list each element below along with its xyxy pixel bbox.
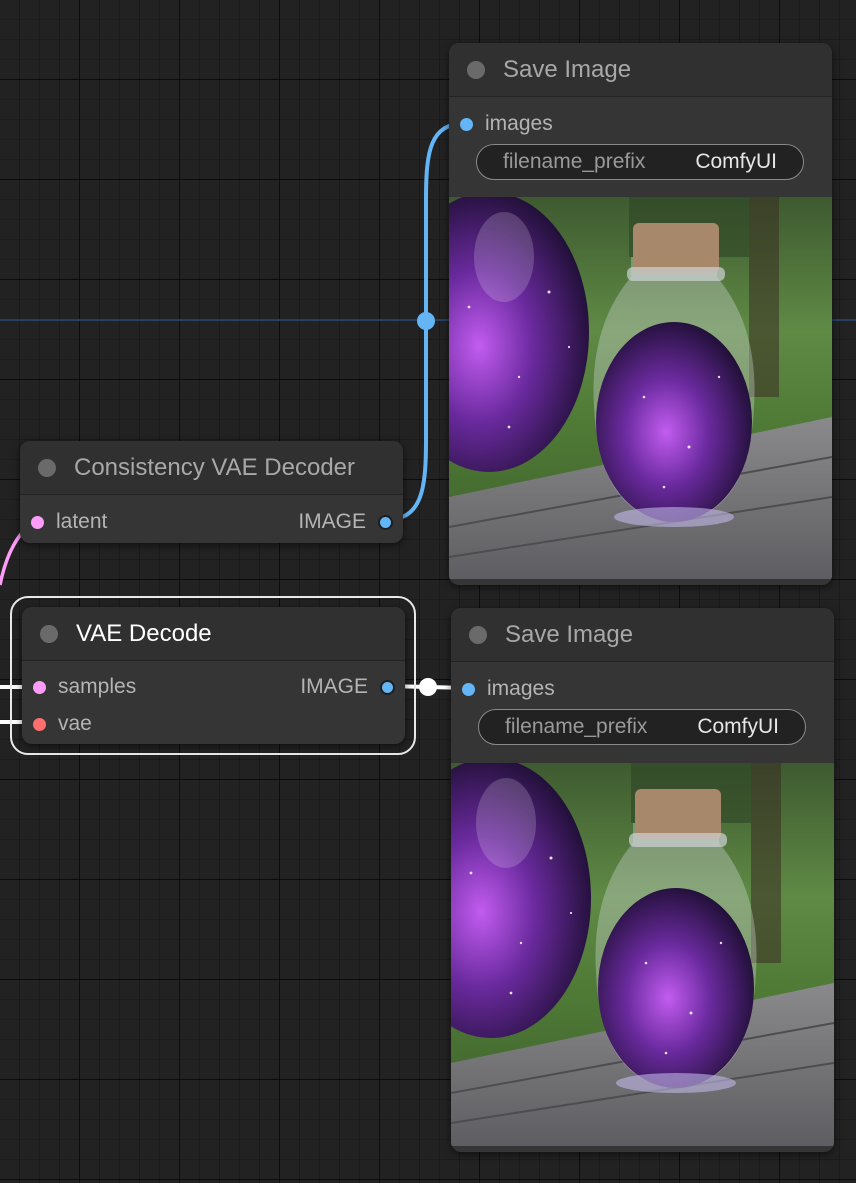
collapse-dot-icon[interactable] [40, 624, 58, 643]
collapse-dot-icon[interactable] [467, 60, 485, 79]
image-slot-icon[interactable] [462, 682, 475, 696]
save-image-node-bottom[interactable]: Save Image images filename_prefix ComfyU… [451, 608, 834, 1152]
input-slot-samples[interactable]: samples [33, 673, 136, 701]
slot-label: images [487, 677, 555, 700]
node-header[interactable]: Save Image [449, 43, 832, 97]
node-title: VAE Decode [76, 619, 212, 647]
image-preview[interactable] [451, 763, 834, 1146]
output-slot-image[interactable]: IMAGE [298, 508, 393, 536]
latent-slot-icon[interactable] [31, 515, 44, 529]
latent-slot-icon[interactable] [33, 680, 46, 694]
consistency-vae-decoder-node[interactable]: Consistency VAE Decoder latent IMAGE [20, 441, 403, 543]
input-slot-images[interactable]: images [462, 675, 555, 703]
widget-value: ComfyUI [697, 715, 779, 738]
preview-image [449, 197, 832, 579]
collapse-dot-icon[interactable] [38, 458, 56, 477]
input-slot-images[interactable]: images [460, 110, 553, 138]
preview-image [451, 763, 834, 1146]
input-slot-vae[interactable]: vae [33, 710, 92, 738]
image-slot-icon[interactable] [378, 514, 393, 530]
widget-value: ComfyUI [695, 150, 777, 173]
reroute-dot-icon [417, 312, 435, 330]
slot-label: IMAGE [300, 675, 368, 698]
node-header[interactable]: Consistency VAE Decoder [20, 441, 403, 495]
output-slot-image[interactable]: IMAGE [300, 673, 395, 701]
node-title: Consistency VAE Decoder [74, 453, 356, 481]
widget-name: filename_prefix [505, 715, 648, 738]
save-image-node-top[interactable]: Save Image images filename_prefix ComfyU… [449, 43, 832, 585]
vae-decode-node[interactable]: VAE Decode samples vae IMAGE [22, 607, 405, 744]
node-header[interactable]: Save Image [451, 608, 834, 662]
slot-label: IMAGE [298, 510, 366, 533]
node-title: Save Image [503, 55, 632, 83]
image-preview[interactable] [449, 197, 832, 579]
filename-prefix-widget[interactable]: filename_prefix ComfyUI [476, 144, 804, 180]
image-slot-icon[interactable] [380, 679, 395, 695]
slot-label: latent [56, 510, 108, 533]
input-slot-latent[interactable]: latent [31, 508, 107, 536]
collapse-dot-icon[interactable] [469, 625, 487, 644]
slot-label: vae [58, 712, 92, 735]
node-header[interactable]: VAE Decode [22, 607, 405, 661]
filename-prefix-widget[interactable]: filename_prefix ComfyUI [478, 709, 806, 745]
node-title: Save Image [505, 620, 634, 648]
slot-label: samples [58, 675, 137, 698]
reroute-dot-icon [419, 678, 437, 696]
slot-label: images [485, 112, 553, 135]
vae-slot-icon[interactable] [33, 717, 46, 731]
image-slot-icon[interactable] [460, 117, 473, 131]
widget-name: filename_prefix [503, 150, 646, 173]
